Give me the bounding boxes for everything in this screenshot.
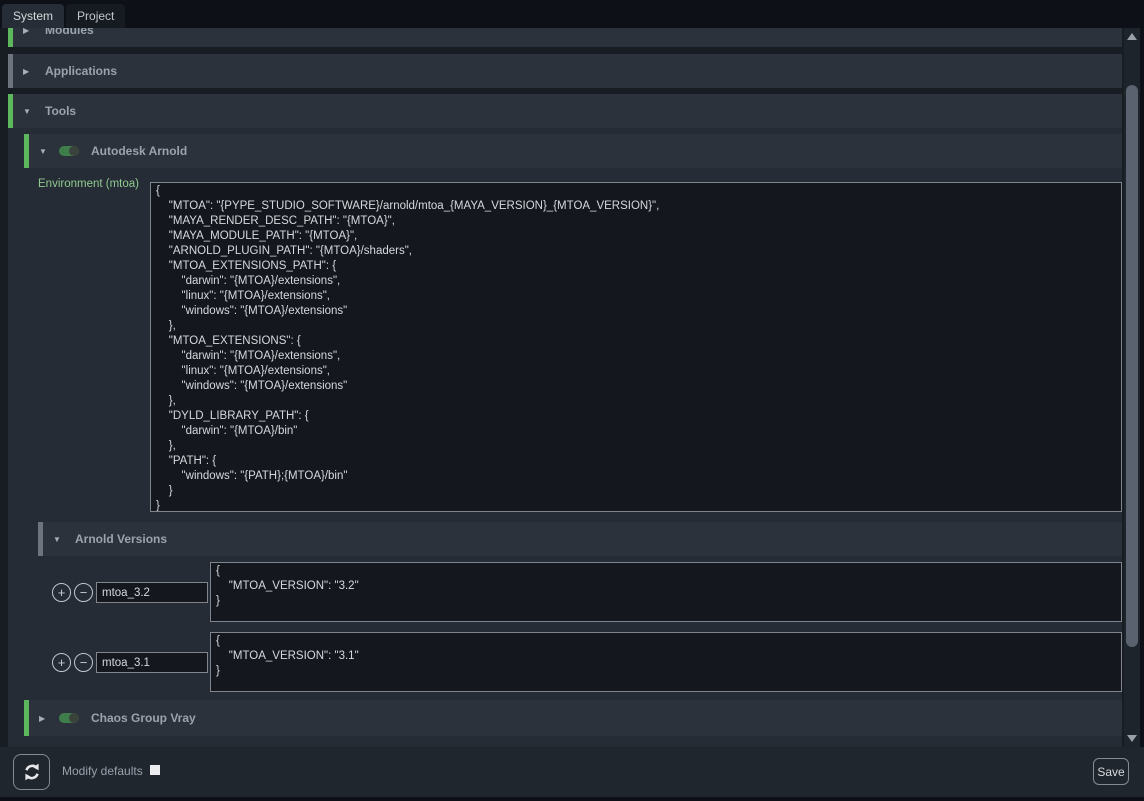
vertical-scrollbar[interactable] (1124, 28, 1140, 747)
environment-mtoa-textarea[interactable]: { "MTOA": "{PYPE_STUDIO_SOFTWARE}/arnold… (150, 182, 1122, 512)
version-json-textarea[interactable]: { "MTOA_VERSION": "3.1" } (210, 632, 1122, 692)
section-header-arnold[interactable]: ▼ Autodesk Arnold (24, 134, 1122, 168)
window-right-edge (1140, 28, 1144, 747)
section-header-tools[interactable]: ▼ Tools (8, 94, 1122, 128)
chevron-right-icon: ▶ (23, 67, 33, 76)
remove-version-button[interactable]: − (74, 583, 93, 602)
chevron-down-icon: ▼ (23, 107, 33, 116)
modify-defaults-checkbox[interactable] (150, 765, 160, 775)
window-bottom-edge (0, 797, 1144, 801)
section-title-arnold: Autodesk Arnold (91, 144, 187, 158)
section-title-arnold-versions: Arnold Versions (75, 532, 167, 546)
save-button[interactable]: Save (1093, 758, 1129, 785)
footer-bar: Modify defaults Save (0, 747, 1144, 797)
section-title-modules: Modules (45, 28, 94, 37)
scrollbar-thumb[interactable] (1126, 85, 1138, 647)
tab-system-label: System (13, 9, 53, 23)
toggle-knob-icon (69, 146, 79, 156)
vray-enabled-toggle[interactable] (59, 713, 79, 723)
environment-mtoa-label: Environment (mtoa) (38, 178, 139, 190)
section-title-tools: Tools (45, 104, 76, 118)
section-header-modules[interactable]: ▶ Modules (8, 28, 1122, 47)
version-json-textarea[interactable]: { "MTOA_VERSION": "3.2" } (210, 562, 1122, 622)
version-name-input[interactable] (96, 652, 208, 673)
settings-scroll-area: ▶ Modules ▶ Applications ▼ Tools ▼ Autod… (0, 28, 1144, 747)
tab-project-label: Project (77, 9, 114, 23)
tools-section-panel: ▼ Tools ▼ Autodesk Arnold Environment (m… (8, 94, 1122, 747)
tab-system[interactable]: System (2, 4, 64, 28)
tab-project[interactable]: Project (66, 4, 125, 28)
chevron-right-icon: ▶ (39, 714, 49, 723)
add-version-button[interactable]: + (52, 653, 71, 672)
scroll-down-arrow-icon[interactable] (1127, 735, 1137, 742)
add-version-button[interactable]: + (52, 583, 71, 602)
section-title-applications: Applications (45, 64, 117, 78)
refresh-button[interactable] (13, 754, 50, 790)
settings-window: System Project ▶ Modules ▶ Applications … (0, 0, 1144, 801)
chevron-down-icon: ▼ (53, 535, 63, 544)
chevron-down-icon: ▼ (39, 147, 49, 156)
toggle-knob-icon (69, 713, 79, 723)
section-header-applications[interactable]: ▶ Applications (8, 54, 1122, 88)
scroll-up-arrow-icon[interactable] (1127, 33, 1137, 40)
version-name-input[interactable] (96, 582, 208, 603)
section-title-vray: Chaos Group Vray (91, 711, 196, 725)
refresh-icon (22, 762, 42, 782)
section-header-vray[interactable]: ▶ Chaos Group Vray (24, 700, 1122, 736)
modify-defaults-label: Modify defaults (62, 764, 143, 778)
remove-version-button[interactable]: − (74, 653, 93, 672)
arnold-enabled-toggle[interactable] (59, 146, 79, 156)
section-header-arnold-versions[interactable]: ▼ Arnold Versions (38, 522, 1122, 556)
tabbar: System Project (0, 0, 1144, 28)
chevron-right-icon: ▶ (23, 28, 33, 35)
